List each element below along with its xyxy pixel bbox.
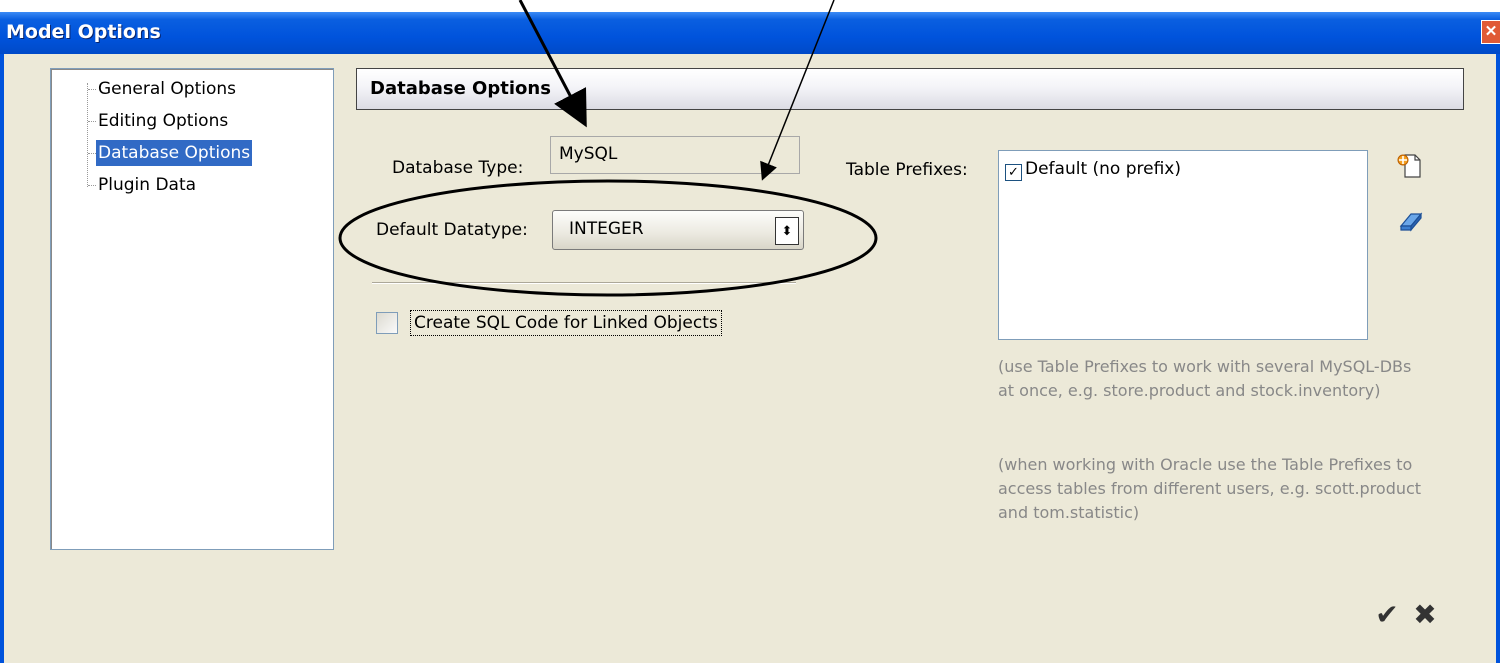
new-page-icon[interactable] — [1395, 150, 1425, 180]
separator — [372, 282, 796, 284]
window-frame-left — [0, 54, 4, 663]
table-prefixes-label: Table Prefixes: — [846, 160, 968, 180]
options-tree[interactable]: General Options Editing Options Database… — [50, 68, 334, 550]
database-type-field: MySQL — [550, 136, 800, 174]
ok-button[interactable]: ✔ — [1372, 600, 1402, 630]
default-datatype-select[interactable]: INTEGER ⬍ — [552, 210, 804, 250]
eraser-icon[interactable] — [1395, 206, 1425, 236]
close-button[interactable]: ✕ — [1481, 20, 1500, 44]
cancel-button[interactable]: ✖ — [1410, 600, 1440, 630]
tree-connector — [88, 185, 96, 186]
prefix-hint-oracle: (when working with Oracle use the Table … — [998, 455, 1422, 522]
tree-connector — [88, 121, 96, 122]
section-header: Database Options — [356, 68, 1464, 110]
spinner-icon[interactable]: ⬍ — [775, 217, 799, 245]
prefix-item-label: Default (no prefix) — [1025, 159, 1181, 179]
window-title: Model Options — [6, 21, 161, 43]
section-title: Database Options — [370, 78, 551, 99]
tree-item-plugin-data[interactable]: Plugin Data — [96, 172, 198, 198]
database-type-label: Database Type: — [392, 158, 524, 178]
database-type-value: MySQL — [559, 144, 618, 164]
default-datatype-value: INTEGER — [569, 219, 644, 239]
table-prefixes-list[interactable]: ✓ Default (no prefix) — [998, 150, 1368, 340]
check-icon[interactable]: ✓ — [1005, 164, 1022, 181]
linked-objects-label[interactable]: Create SQL Code for Linked Objects — [410, 310, 722, 336]
default-datatype-label: Default Datatype: — [376, 220, 528, 240]
tree-item-general-options[interactable]: General Options — [96, 76, 238, 102]
tree-connector — [88, 89, 96, 90]
prefix-item-default[interactable]: ✓ Default (no prefix) — [1005, 159, 1181, 181]
title-bar[interactable]: Model Options ✕ — [0, 12, 1500, 54]
tree-item-editing-options[interactable]: Editing Options — [96, 108, 230, 134]
tree-connector — [88, 153, 96, 154]
linked-objects-checkbox[interactable] — [376, 312, 398, 334]
tree-connector — [87, 83, 88, 187]
tree-item-database-options[interactable]: Database Options — [96, 140, 253, 166]
window-frame-right — [1496, 54, 1500, 663]
prefix-hint-mysql: (use Table Prefixes to work with several… — [998, 357, 1412, 400]
